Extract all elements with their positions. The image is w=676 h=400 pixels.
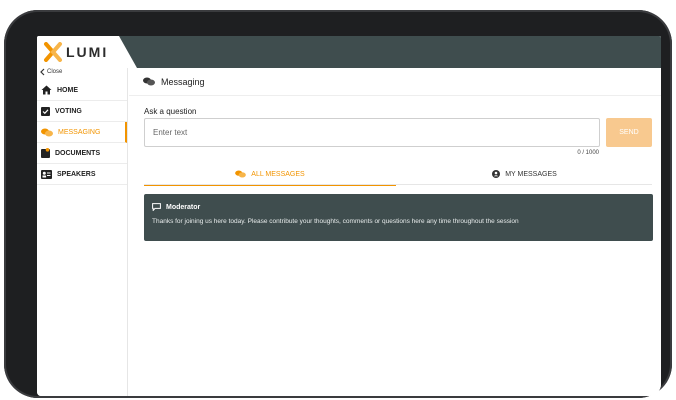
messaging-icon xyxy=(41,128,53,137)
message-author: Moderator xyxy=(166,203,201,211)
tab-all-messages[interactable]: ALL MESSAGES xyxy=(144,164,396,186)
sidebar-item-label: SPEAKERS xyxy=(57,170,96,178)
user-circle-icon xyxy=(492,170,501,178)
sidebar-item-label: VOTING xyxy=(55,107,82,115)
sidebar-item-voting[interactable]: VOTING xyxy=(37,101,127,122)
character-counter: 0 / 1000 xyxy=(577,150,599,156)
chat-bubbles-icon xyxy=(143,77,155,86)
lumi-x-icon xyxy=(43,42,63,62)
logo: LUMI xyxy=(43,40,108,64)
ask-question-label: Ask a question xyxy=(144,107,197,116)
app-screen: LUMI Close HOME VOTING MESSAGING DOCUMEN… xyxy=(37,36,661,396)
sidebar-item-messaging[interactable]: MESSAGING xyxy=(37,122,127,143)
voting-icon xyxy=(41,106,50,116)
documents-icon xyxy=(41,148,50,158)
messaging-header: Messaging xyxy=(129,68,661,96)
sidebar-item-label: MESSAGING xyxy=(58,128,101,136)
tablet-frame: LUMI Close HOME VOTING MESSAGING DOCUMEN… xyxy=(4,10,672,398)
tab-divider xyxy=(144,184,652,185)
speakers-icon xyxy=(41,169,52,179)
main-panel: Messaging Ask a question SEND 0 / 1000 A… xyxy=(129,68,661,396)
message-card: Moderator Thanks for joining us here tod… xyxy=(144,194,653,241)
close-label: Close xyxy=(47,69,63,75)
close-link[interactable]: Close xyxy=(39,68,62,76)
sidebar-item-home[interactable]: HOME xyxy=(37,80,127,101)
message-header: Moderator xyxy=(152,203,645,211)
sidebar-item-label: DOCUMENTS xyxy=(55,149,101,157)
message-text: Thanks for joining us here today. Please… xyxy=(152,218,519,225)
chevron-left-icon xyxy=(39,68,45,76)
question-input[interactable] xyxy=(144,118,600,147)
tab-label: MY MESSAGES xyxy=(505,170,557,178)
page-title: Messaging xyxy=(161,76,205,87)
tab-label: ALL MESSAGES xyxy=(251,170,305,178)
header-band xyxy=(119,36,661,68)
top-bar: LUMI xyxy=(37,36,661,68)
comment-icon xyxy=(152,203,161,211)
sidebar-item-speakers[interactable]: SPEAKERS xyxy=(37,164,127,185)
chat-bubbles-icon xyxy=(235,170,247,178)
home-icon xyxy=(41,85,52,95)
sidebar-item-documents[interactable]: DOCUMENTS xyxy=(37,143,127,164)
sidebar: Close HOME VOTING MESSAGING DOCUMENTS SP… xyxy=(37,68,128,396)
logo-text: LUMI xyxy=(66,44,109,60)
send-button[interactable]: SEND xyxy=(606,118,652,147)
tab-my-messages[interactable]: MY MESSAGES xyxy=(397,164,652,184)
sidebar-item-label: HOME xyxy=(57,86,78,94)
